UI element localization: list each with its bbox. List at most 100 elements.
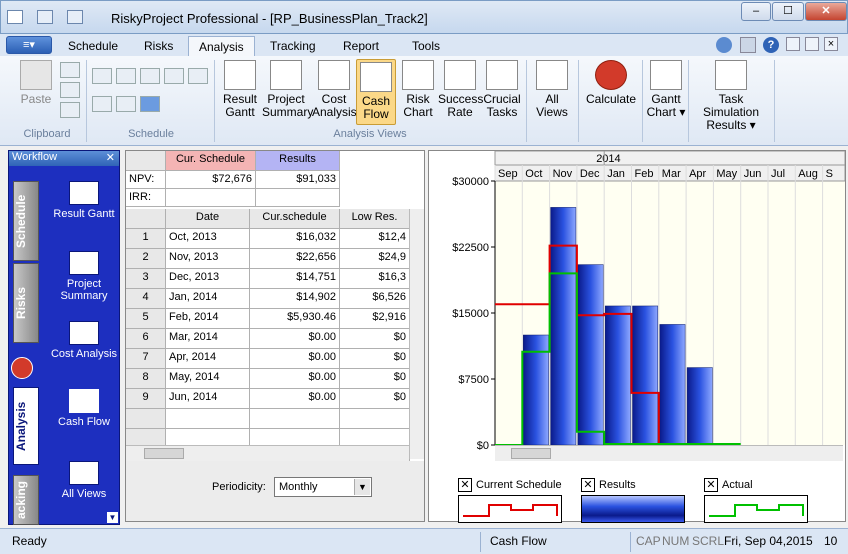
table-row-number: 2 bbox=[126, 249, 166, 269]
grid-vertical-scrollbar[interactable] bbox=[409, 209, 424, 459]
vtab-tracking[interactable]: acking bbox=[13, 475, 39, 525]
format-painter-icon[interactable] bbox=[60, 102, 80, 118]
legend-actual-checkbox[interactable]: ✕ bbox=[704, 478, 718, 492]
table-header: Cur.schedule bbox=[250, 209, 340, 229]
chart-month-label: Dec bbox=[580, 168, 600, 180]
workflow-item-all-views[interactable]: All Views bbox=[49, 461, 119, 500]
application-menu-button[interactable]: ≡▾ bbox=[6, 36, 52, 54]
success-rate-button[interactable]: Success Rate bbox=[438, 60, 483, 119]
vtab-risks[interactable]: Risks bbox=[13, 263, 39, 343]
all-views-button[interactable]: All Views bbox=[532, 60, 572, 119]
npv-results: $91,033 bbox=[256, 171, 340, 189]
doc-close-button[interactable]: × bbox=[824, 37, 838, 51]
cost-analysis-button[interactable]: Cost Analysis bbox=[312, 60, 357, 119]
result-gantt-button[interactable]: Result Gantt bbox=[220, 60, 260, 119]
cash-flow-icon bbox=[360, 62, 392, 92]
workflow-close-icon[interactable]: ✕ bbox=[106, 151, 115, 164]
schedule-options-icon[interactable] bbox=[140, 96, 160, 112]
grid-scroll-thumb[interactable] bbox=[144, 448, 184, 459]
calculate-button[interactable]: Calculate bbox=[584, 60, 638, 106]
options-icon[interactable] bbox=[740, 37, 756, 53]
workflow-item-result-gantt[interactable]: Result Gantt bbox=[49, 181, 119, 220]
all-views-icon bbox=[536, 60, 568, 90]
chart-horizontal-scrollbar[interactable] bbox=[495, 445, 843, 461]
chart-bar-results bbox=[686, 367, 713, 446]
outdent-icon[interactable] bbox=[116, 68, 136, 84]
task-simulation-results-button[interactable]: Task Simulation Results ▾ bbox=[690, 60, 772, 132]
chart-bar-results bbox=[632, 305, 659, 446]
workflow-item-cost-analysis[interactable]: Cost Analysis bbox=[49, 321, 119, 360]
chart-y-label: $30000 bbox=[452, 176, 489, 188]
minimize-button[interactable]: – bbox=[741, 2, 771, 21]
crucial-tasks-button[interactable]: Crucial Tasks bbox=[482, 60, 522, 119]
move-right-icon[interactable] bbox=[116, 96, 136, 112]
table-cell-low-res: $24,9 bbox=[340, 249, 410, 269]
tab-report[interactable]: Report bbox=[333, 36, 389, 56]
tab-tools[interactable]: Tools bbox=[402, 36, 450, 56]
indent-icon[interactable] bbox=[92, 68, 112, 84]
table-row-number: 6 bbox=[126, 329, 166, 349]
vtab-schedule[interactable]: Schedule bbox=[13, 181, 39, 261]
chart-bar-results bbox=[659, 324, 686, 446]
cut-icon[interactable] bbox=[60, 62, 80, 78]
legend-current-checkbox[interactable]: ✕ bbox=[458, 478, 472, 492]
split-icon[interactable] bbox=[188, 68, 208, 84]
table-cell-low-res: $0 bbox=[340, 349, 410, 369]
workflow-scroll-down-icon[interactable]: ▼ bbox=[107, 512, 118, 523]
legend-actual[interactable]: ✕ Actual bbox=[704, 478, 753, 492]
calculate-icon[interactable] bbox=[11, 357, 33, 379]
chart-month-label: Sep bbox=[498, 168, 518, 180]
table-row-number: 8 bbox=[126, 369, 166, 389]
tab-tracking[interactable]: Tracking bbox=[260, 36, 326, 56]
project-summary-button[interactable]: Project Summary bbox=[262, 60, 313, 119]
table-row-number: 3 bbox=[126, 269, 166, 289]
print-icon[interactable] bbox=[37, 10, 53, 24]
chart-scroll-thumb[interactable] bbox=[511, 448, 551, 459]
preview-icon[interactable] bbox=[67, 10, 83, 24]
periodicity-label: Periodicity: bbox=[212, 481, 266, 493]
legend-results[interactable]: ✕ Results bbox=[581, 478, 636, 492]
paste-button[interactable]: Paste bbox=[18, 60, 54, 106]
chart-month-label: Apr bbox=[689, 168, 706, 180]
move-left-icon[interactable] bbox=[92, 96, 112, 112]
chevron-down-icon[interactable]: ▼ bbox=[354, 479, 370, 495]
tab-risks[interactable]: Risks bbox=[134, 36, 183, 56]
link-icon[interactable] bbox=[140, 68, 160, 84]
app-icon[interactable] bbox=[7, 10, 23, 24]
legend-actual-swatch bbox=[704, 495, 808, 523]
grid-horizontal-scrollbar[interactable] bbox=[126, 445, 409, 461]
ribbon: Paste Clipboard Schedule Result Gantt Pro… bbox=[0, 56, 848, 146]
help-community-icon[interactable] bbox=[716, 37, 732, 53]
status-num: NUM bbox=[662, 534, 690, 548]
chart-month-label: Oct bbox=[525, 168, 542, 180]
group-label-schedule: Schedule bbox=[128, 128, 174, 140]
table-cell-cur-schedule: $0.00 bbox=[250, 369, 340, 389]
gantt-chart-button[interactable]: Gantt Chart ▾ bbox=[646, 60, 686, 119]
vtab-analysis[interactable]: Analysis bbox=[13, 387, 39, 465]
doc-minimize-button[interactable] bbox=[786, 37, 800, 51]
help-icon[interactable]: ? bbox=[763, 37, 779, 53]
table-cell-date: Apr, 2014 bbox=[166, 349, 250, 369]
doc-restore-button[interactable] bbox=[805, 37, 819, 51]
group-label-analysis-views: Analysis Views bbox=[333, 128, 407, 140]
table-cell-low-res: $6,526 bbox=[340, 289, 410, 309]
close-button[interactable]: ✕ bbox=[805, 2, 847, 21]
cash-flow-button[interactable]: Cash Flow bbox=[356, 59, 396, 125]
periodicity-select[interactable]: Monthly ▼ bbox=[274, 477, 372, 497]
crucial-tasks-icon bbox=[486, 60, 518, 90]
workflow-item-cash-flow[interactable]: Cash Flow bbox=[49, 389, 119, 428]
tab-schedule[interactable]: Schedule bbox=[58, 36, 128, 56]
chart-month-label: Aug bbox=[798, 168, 818, 180]
copy-icon[interactable] bbox=[60, 82, 80, 98]
tab-analysis[interactable]: Analysis bbox=[188, 36, 255, 56]
cash-flow-chart: 2014 Sep Oct Nov Dec Jan Feb Mar Apr May Jun Jul Aug… bbox=[429, 151, 845, 452]
unlink-icon[interactable] bbox=[164, 68, 184, 84]
table-cell-low-res: $2,916 bbox=[340, 309, 410, 329]
legend-results-checkbox[interactable]: ✕ bbox=[581, 478, 595, 492]
table-cell-empty bbox=[340, 409, 410, 429]
legend-current-schedule[interactable]: ✕ Current Schedule bbox=[458, 478, 562, 492]
workflow-item-project-summary[interactable]: Project Summary bbox=[49, 251, 119, 302]
project-summary-icon bbox=[270, 60, 302, 90]
maximize-button[interactable]: ☐ bbox=[772, 2, 804, 21]
risk-chart-button[interactable]: Risk Chart bbox=[400, 60, 436, 119]
